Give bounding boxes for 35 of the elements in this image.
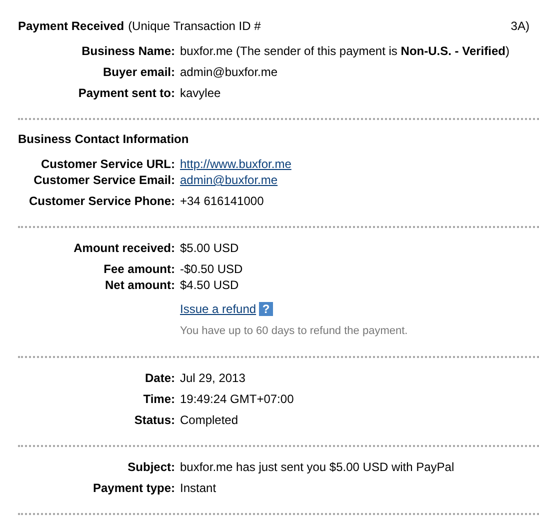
field-label: Payment sent to:: [77, 85, 176, 101]
field-label: Fee amount:: [102, 261, 176, 277]
field-label: Customer Service URL:: [40, 156, 176, 172]
field-value: $5.00 USD: [180, 241, 239, 255]
field-value: $4.50 USD: [180, 278, 239, 292]
field-label: Date:: [144, 370, 176, 386]
field-label: Customer Service Phone:: [28, 193, 176, 209]
field-value: Instant: [180, 481, 216, 495]
refund-note: You have up to 60 days to refund the payment.: [180, 324, 408, 339]
field-label: Net amount:: [104, 277, 176, 293]
field-value: kavylee: [180, 86, 221, 100]
transaction-id-label: (Unique Transaction ID #: [128, 19, 261, 33]
help-icon[interactable]: ?: [259, 302, 274, 316]
field-label: Status:: [133, 412, 176, 428]
field-value: buxfor.me has just sent you $5.00 USD with PayPal: [180, 460, 454, 474]
field-value: buxfor.me (The sender of this payment is Non-U.S. - Verified): [180, 44, 510, 58]
section-title: Business Contact Information: [18, 132, 189, 146]
transaction-id-fragment: 3A): [510, 19, 530, 33]
section-title: Payment Received: [18, 19, 124, 33]
field-value: admin@buxfor.me: [180, 65, 278, 79]
field-value: 19:49:24 GMT+07:00: [180, 392, 294, 406]
link[interactable]: http://www.buxfor.me: [180, 157, 292, 171]
refund-link[interactable]: Issue a refund: [180, 301, 256, 317]
field-value: Completed: [180, 413, 238, 427]
field-label: Time:: [142, 391, 176, 407]
field-label: Business Name:: [80, 43, 176, 59]
field-label: Subject:: [126, 459, 176, 475]
field-label: Amount received:: [72, 240, 176, 256]
link[interactable]: admin@buxfor.me: [180, 173, 278, 187]
field-value: +34 616141000: [180, 194, 264, 208]
field-label: Customer Service Email:: [32, 172, 176, 188]
field-label: Buyer email:: [102, 64, 176, 80]
field-value: -$0.50 USD: [180, 262, 243, 276]
field-label: Payment type:: [92, 480, 176, 496]
field-value: Jul 29, 2013: [180, 371, 246, 385]
